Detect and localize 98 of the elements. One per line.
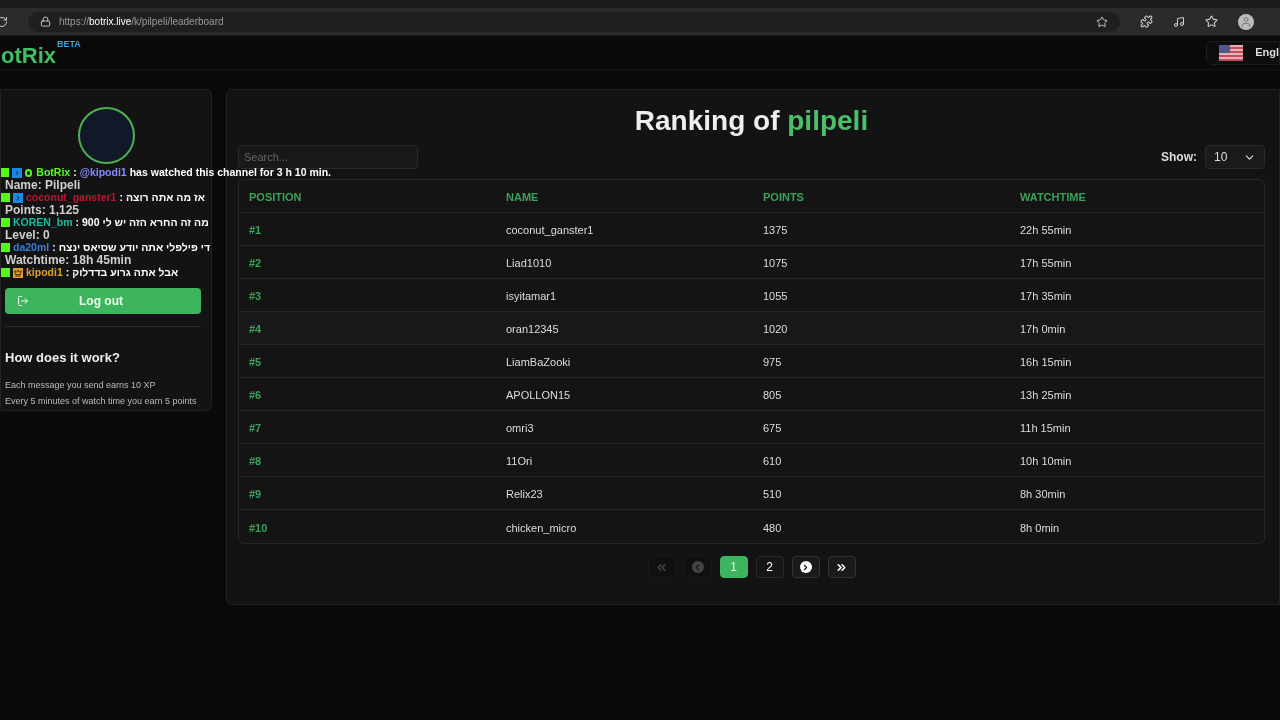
column-header: POSITION — [249, 191, 302, 203]
column-header: POINTS — [763, 191, 804, 203]
profile-icon[interactable] — [1238, 13, 1254, 30]
table-cell: 10h 10min — [1020, 455, 1072, 467]
table-cell: 805 — [763, 389, 782, 401]
table-cell: 480 — [763, 521, 782, 534]
ranking-title: Ranking of pilpeli — [634, 104, 869, 138]
crown-badge-icon — [13, 267, 23, 278]
table-cell: #10 — [249, 521, 268, 534]
table-cell: Liad1010 — [506, 257, 552, 269]
chat-username: coconut_ganster1 — [26, 191, 117, 204]
table-cell: #8 — [249, 455, 262, 467]
search-field[interactable]: Search... — [238, 145, 418, 169]
media-icon[interactable] — [1173, 15, 1185, 28]
chat-username: da20ml — [13, 241, 50, 254]
table-cell: chicken_micro — [506, 521, 577, 534]
kick-badge-icon — [1, 268, 10, 277]
chat-separator: : — [73, 166, 77, 179]
table-cell: #7 — [249, 422, 262, 434]
favorites-icon[interactable] — [1205, 15, 1218, 28]
profile-field: Watchtime: 18h 45min — [5, 254, 132, 266]
table-cell: 17h 35min — [1020, 290, 1072, 302]
chat-separator: : — [52, 241, 56, 254]
chat-separator: : — [119, 191, 123, 204]
table-cell: 1375 — [763, 224, 788, 236]
chat-message: מה זה החרא הזה יש לי 900 — [82, 216, 209, 229]
table-cell: 16h 15min — [1020, 356, 1072, 368]
profile-field: Name: Pilpeli — [5, 179, 81, 191]
extensions-icon[interactable] — [1140, 15, 1153, 28]
table-cell: #4 — [249, 323, 262, 335]
table-cell: #3 — [249, 290, 262, 302]
table-cell: 17h 55min — [1020, 257, 1072, 269]
table-cell: #6 — [249, 389, 262, 401]
profile-field: Level: 0 — [5, 229, 50, 241]
table-cell: Relix23 — [506, 488, 543, 500]
chat-message: אז מה אתה רוצה — [125, 191, 205, 204]
profile-field: Points: 1,125 — [5, 204, 80, 216]
table-cell: 610 — [763, 455, 782, 467]
flag-icon — [1219, 44, 1244, 61]
show-select[interactable]: 10 — [1205, 145, 1265, 169]
chat-separator: : — [75, 216, 79, 229]
chat-username: kipodi1 — [26, 266, 63, 279]
reload-icon[interactable] — [0, 15, 8, 28]
column-header: NAME — [506, 191, 539, 203]
kick-badge-icon — [1, 218, 10, 227]
help-title: How does it work? — [5, 349, 121, 367]
arrow-badge-icon — [12, 167, 22, 178]
table-cell: #2 — [249, 257, 262, 269]
table-cell: APOLLON15 — [506, 389, 571, 401]
table-cell: 975 — [763, 356, 782, 368]
chat-separator: : — [65, 266, 70, 279]
next-page-button[interactable] — [791, 556, 820, 578]
logo-text[interactable]: otRix — [1, 44, 56, 67]
table-cell: omri3 — [506, 422, 534, 434]
chat-username: KOREN_bm — [13, 216, 73, 229]
table-cell: 11h 15min — [1020, 422, 1071, 434]
logout-icon — [17, 295, 29, 307]
table-cell: 675 — [763, 422, 782, 434]
table-cell: 11Ori — [506, 455, 533, 467]
page-button[interactable]: 2 — [755, 556, 784, 578]
chat-message: has watched this channel for 3 h 10 min. — [129, 166, 331, 179]
table-cell: #5 — [249, 356, 262, 368]
kick-badge-icon — [1, 193, 10, 202]
table-cell: coconut_ganster1 — [506, 224, 594, 236]
last-page-button[interactable] — [827, 556, 856, 578]
arrow-badge-icon — [13, 192, 23, 203]
table-cell: 17h 0min — [1020, 323, 1066, 335]
table-cell: 13h 25min — [1020, 389, 1072, 401]
table-cell: 1055 — [763, 290, 788, 302]
beta-label: BETA — [57, 37, 81, 51]
table-cell: #9 — [249, 488, 262, 500]
table-cell: LiamBaZooki — [506, 356, 571, 368]
kick-badge-icon — [1, 243, 10, 252]
table-cell: 510 — [763, 488, 782, 500]
kick-badge-icon — [1, 168, 10, 177]
show-label: Show: — [1161, 149, 1197, 166]
address-bar[interactable]: https://botrix.live/k/pilpeli/leaderboard — [28, 11, 1120, 32]
table-cell: 1075 — [763, 257, 788, 269]
table-cell: isyitamar1 — [506, 290, 557, 302]
table-cell: 22h 55min — [1020, 224, 1072, 236]
chat-message: אבל אתה גרוע בדדלוק — [72, 266, 179, 279]
url-text: https://botrix.live/k/pilpeli/leaderboard — [59, 15, 224, 29]
lock-icon — [40, 16, 51, 27]
language-selector[interactable]: Engl — [1206, 40, 1280, 65]
help-text: Each message you send earns 10 XP — [5, 378, 157, 392]
chat-message: די פילפלי אתה יודע שסיאס ינצח — [58, 241, 210, 254]
help-text: Every 5 minutes of watch time you earn 5 points — [5, 395, 198, 408]
table-cell: 8h 0min — [1020, 521, 1060, 534]
table-cell: oran12345 — [506, 323, 559, 335]
table-cell: 1020 — [763, 323, 788, 335]
column-header: WATCHTIME — [1020, 191, 1086, 203]
table-cell: #1 — [249, 224, 262, 236]
table-cell: 8h 30min — [1020, 488, 1066, 500]
chat-mention: @kipodi1 — [79, 166, 127, 179]
avatar — [77, 107, 135, 164]
favorite-star-icon[interactable] — [1096, 15, 1108, 28]
language-label: Engl — [1255, 45, 1279, 61]
chat-username: BotRix — [36, 166, 71, 179]
